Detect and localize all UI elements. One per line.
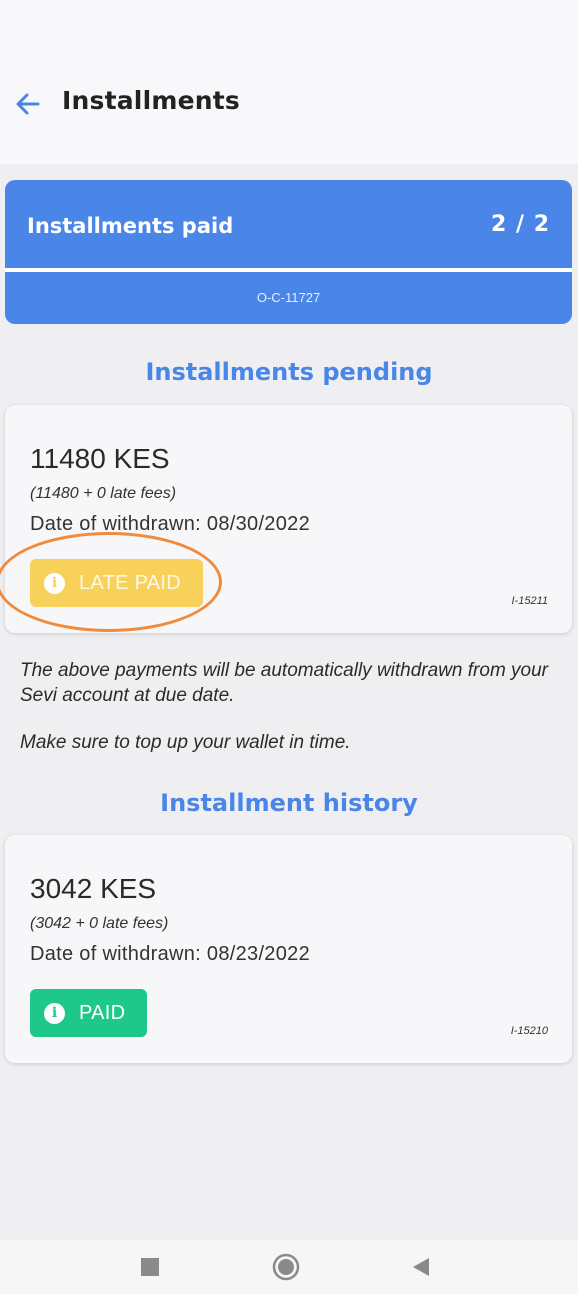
triangle-back-icon: [413, 1258, 429, 1276]
home-button[interactable]: [256, 1240, 316, 1294]
circle-home-icon: [272, 1253, 300, 1281]
status-badge-label: LATE PAID: [79, 571, 181, 594]
installment-amount: 3042 KES: [30, 873, 157, 904]
pending-installment-card[interactable]: 11480 KES (11480 + 0 late fees) Date of …: [5, 405, 572, 633]
installments-paid-count: 2 / 2: [491, 212, 550, 237]
status-badge-paid[interactable]: i PAID: [30, 989, 148, 1037]
app-header: Installments: [0, 0, 578, 164]
history-installment-card[interactable]: 3042 KES (3042 + 0 late fees) Date of wi…: [5, 835, 572, 1063]
top-up-note: Make sure to top up your wallet in time.: [20, 732, 351, 753]
installment-id: I-15210: [510, 1025, 548, 1037]
info-icon: i: [44, 1002, 65, 1024]
recents-button[interactable]: [120, 1240, 180, 1294]
installments-paid-label: Installments paid: [27, 214, 234, 238]
history-section-title: Installment history: [160, 789, 418, 817]
page-title: Installments: [62, 86, 240, 115]
auto-withdraw-note: The above payments will be automatically…: [20, 660, 549, 706]
info-icon: i: [44, 572, 65, 594]
status-badge-late-paid[interactable]: i LATE PAID: [30, 559, 203, 607]
square-icon: [141, 1258, 159, 1276]
back-button[interactable]: [12, 88, 44, 120]
installment-id: I-15211: [511, 595, 549, 607]
contract-code: O-C-11727: [256, 290, 321, 305]
installments-summary-card: Installments paid 2 / 2 O-C-11727: [5, 180, 572, 324]
system-nav-bar: [0, 1240, 578, 1294]
summary-divider: [5, 268, 572, 272]
installment-fees: (3042 + 0 late fees): [30, 915, 169, 932]
arrow-left-icon: [16, 93, 40, 115]
installment-date: Date of withdrawn: 08/23/2022: [30, 943, 310, 965]
installment-fees: (11480 + 0 late fees): [30, 485, 177, 502]
installment-date: Date of withdrawn: 08/30/2022: [30, 513, 310, 535]
installment-amount: 11480 KES: [30, 443, 170, 474]
status-badge-label: PAID: [79, 1001, 126, 1024]
nav-back-button[interactable]: [391, 1240, 451, 1294]
pending-section-title: Installments pending: [145, 358, 433, 386]
